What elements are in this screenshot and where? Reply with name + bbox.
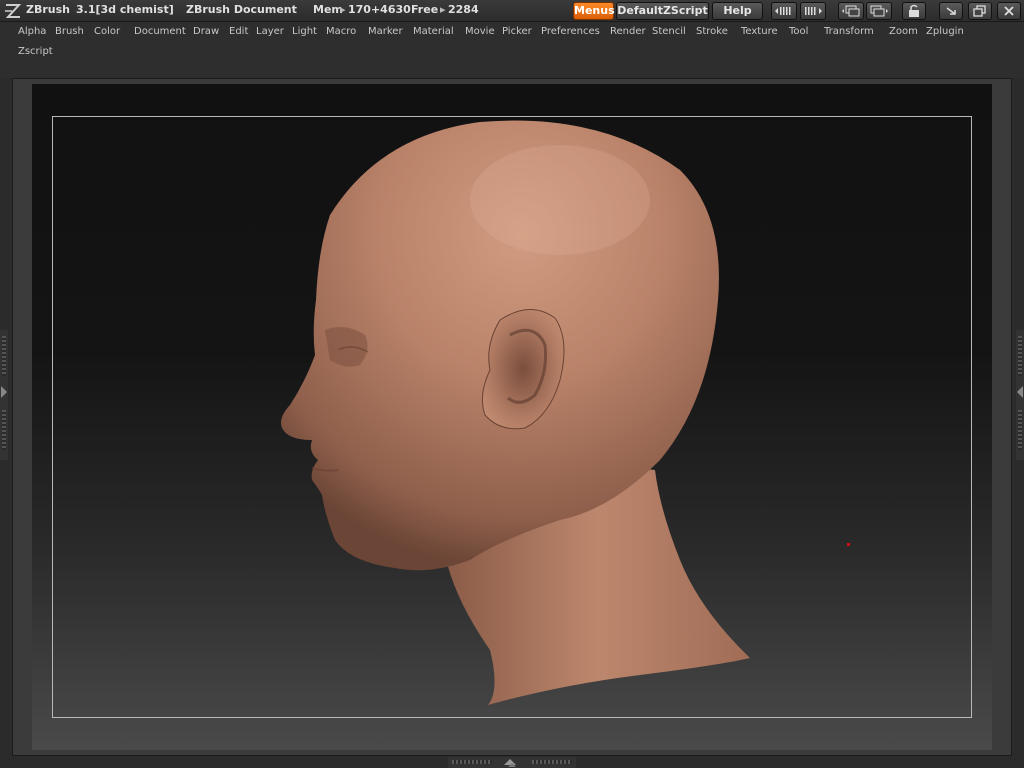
head-model[interactable]: [0, 0, 1024, 768]
cranium-highlight: [470, 145, 650, 255]
bottom-tray-grip-left: [452, 760, 492, 764]
bottom-tray-grip-right: [532, 760, 572, 764]
expand-bottom-icon: [504, 759, 516, 767]
bottom-tray-handle[interactable]: [448, 757, 576, 768]
cursor-marker: [847, 543, 850, 546]
